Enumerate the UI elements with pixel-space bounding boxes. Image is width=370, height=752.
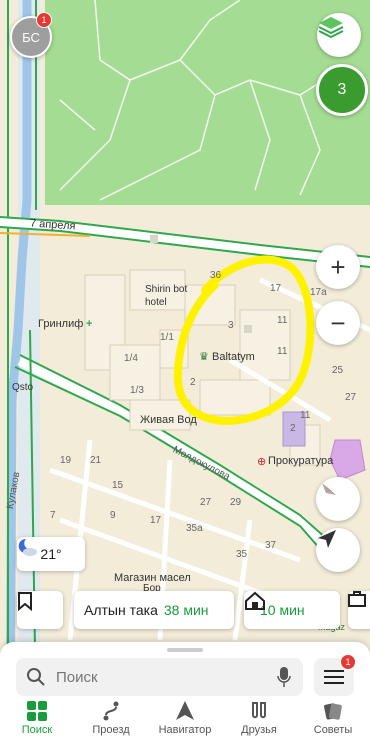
crown-icon: ♛ xyxy=(199,351,209,363)
route-to-work[interactable]: Алтын така 38 мин xyxy=(74,591,234,629)
tab-label: Навигатор xyxy=(158,724,212,736)
route-time: 10 мин xyxy=(260,602,305,618)
house-number: 9 xyxy=(110,510,116,521)
plus-icon: + xyxy=(330,251,346,282)
house-number: 27 xyxy=(200,497,212,508)
house-number: 2 xyxy=(190,377,196,388)
home-icon xyxy=(245,591,265,610)
search-icon xyxy=(27,668,45,686)
house-number: 36 xyxy=(210,270,222,281)
house-number: 37 xyxy=(265,540,277,551)
poi-baltatym[interactable]: Baltatym xyxy=(212,351,255,363)
house-number: 25 xyxy=(332,365,344,376)
map-view[interactable]: 7 апреля Shirin bot hotel Гринлиф + ♛ Ba… xyxy=(0,0,370,752)
compass-icon xyxy=(322,483,336,495)
my-location-button[interactable] xyxy=(316,528,360,572)
house-number: 35а xyxy=(186,523,203,534)
tab-search[interactable]: Поиск xyxy=(0,700,74,736)
grid-icon xyxy=(27,701,47,721)
layers-icon xyxy=(318,17,344,39)
house-number: 17 xyxy=(150,515,162,526)
bottom-panel: 1 Поиск Проезд Навигатор Друзья xyxy=(0,642,370,752)
bookmark-icon xyxy=(18,592,32,611)
house-number: 35 xyxy=(236,549,248,560)
house-number: 15 xyxy=(112,480,124,491)
tab-label: Советы xyxy=(313,724,353,736)
poi-zhivaya-voda[interactable]: Живая Вод xyxy=(140,414,197,426)
tab-route[interactable]: Проезд xyxy=(74,700,148,736)
search-bar[interactable] xyxy=(16,658,303,696)
house-number: 11 xyxy=(277,315,288,326)
compass-button[interactable] xyxy=(316,477,360,521)
house-number: 1/1 xyxy=(160,332,174,343)
house-number: 1/3 xyxy=(130,385,144,396)
avatar-badge: 1 xyxy=(36,12,52,28)
layers-button[interactable] xyxy=(317,13,361,57)
menu-badge: 1 xyxy=(340,654,356,670)
house-number: 17 xyxy=(270,283,282,294)
house-number: 29 xyxy=(230,497,242,508)
house-number: 11 xyxy=(277,346,288,357)
tab-tips[interactable]: Советы xyxy=(296,700,370,736)
map-canvas xyxy=(0,0,370,752)
prokuratura-icon: ⊕ xyxy=(257,456,267,468)
briefcase-button[interactable] xyxy=(348,591,370,629)
zoom-out-button[interactable]: − xyxy=(316,301,360,345)
house-number: 11 xyxy=(300,410,311,421)
house-number: 7 xyxy=(50,510,56,521)
zoom-in-button[interactable]: + xyxy=(316,245,360,289)
house-number: 17а xyxy=(310,287,327,298)
traffic-score-value: 3 xyxy=(337,81,347,98)
poi-grinlif[interactable]: Гринлиф xyxy=(38,318,83,330)
poi-prokuratura[interactable]: Прокуратура xyxy=(268,455,333,467)
house-number: 21 xyxy=(90,455,102,466)
avatar-initials: БС xyxy=(22,29,40,45)
drag-handle[interactable] xyxy=(167,648,203,652)
route-icon xyxy=(103,701,119,721)
tab-friends[interactable]: Друзья xyxy=(222,700,296,736)
route-to-home[interactable]: 10 мин xyxy=(244,591,340,629)
hamburger-menu-icon xyxy=(324,670,344,684)
weather-moon-cloud-icon xyxy=(18,538,37,556)
tab-label: Поиск xyxy=(21,724,53,736)
tab-label: Проезд xyxy=(92,724,130,736)
route-name: Алтын така xyxy=(84,602,158,618)
minus-icon: − xyxy=(330,307,346,338)
weather-widget[interactable]: 21° xyxy=(17,537,85,571)
house-number: 1/4 xyxy=(124,353,138,364)
weather-temp: 21° xyxy=(40,546,62,562)
friends-icon xyxy=(252,702,266,719)
route-time: 38 мин xyxy=(163,602,209,618)
house-number: 19 xyxy=(60,455,72,466)
poi-qsto[interactable]: Qsto xyxy=(12,382,33,393)
poi-shirin-hotel[interactable]: Shirin bot hotel xyxy=(145,283,187,309)
house-number: 3 xyxy=(228,320,234,331)
traffic-score-button[interactable]: 3 xyxy=(316,64,368,116)
microphone-icon[interactable] xyxy=(277,666,291,688)
tips-cards-icon xyxy=(324,703,342,720)
location-arrow-icon xyxy=(318,530,336,548)
briefcase-icon xyxy=(348,591,366,607)
tab-label: Друзья xyxy=(241,724,277,736)
search-input[interactable] xyxy=(54,667,258,687)
bookmarks-button[interactable] xyxy=(17,591,63,629)
navigator-icon xyxy=(176,701,194,720)
house-number: 27 xyxy=(345,392,357,403)
house-number: 2 xyxy=(290,423,296,434)
pharmacy-icon: + xyxy=(86,318,93,330)
tab-navigator[interactable]: Навигатор xyxy=(148,700,222,736)
